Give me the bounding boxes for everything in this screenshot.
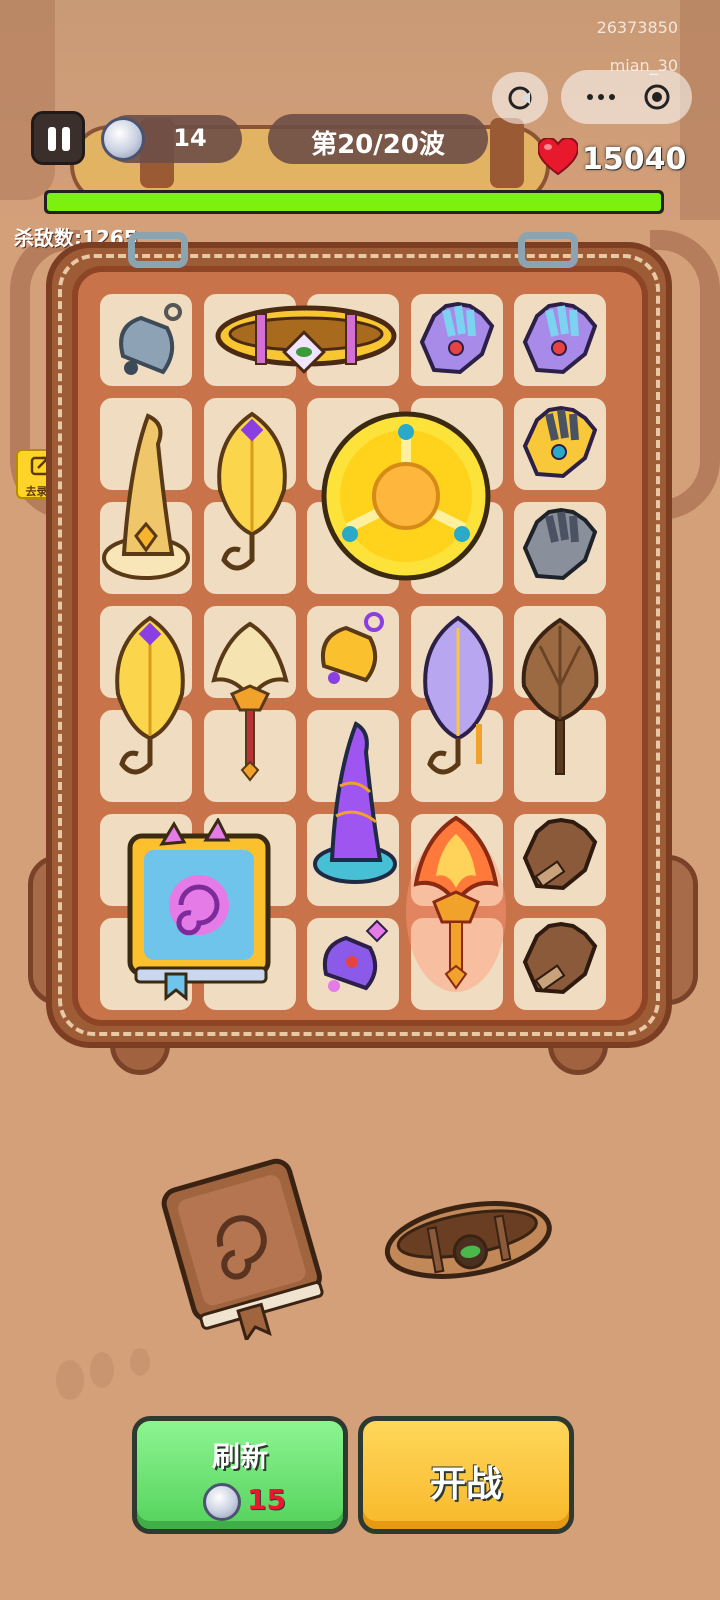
shop-item-belt[interactable] (380, 1180, 556, 1296)
bag-item-glove-brown[interactable] (515, 812, 605, 898)
bag-item-feather-staff[interactable] (206, 620, 294, 784)
shop-item-spellbook[interactable] (150, 1150, 330, 1340)
hp-bar-fill (47, 193, 661, 211)
heart-icon (538, 138, 578, 176)
hp-bar (44, 190, 664, 214)
bag-item-bell-purple[interactable] (312, 918, 394, 1000)
mini-program-button[interactable] (492, 72, 548, 124)
bag-item-wizard-hat-gold[interactable] (100, 404, 192, 586)
pause-button[interactable] (31, 111, 85, 165)
fight-label: 开战 (429, 1464, 502, 1505)
bag-item-bell-silver[interactable] (103, 296, 191, 384)
coin-icon (101, 117, 145, 161)
target-circle-icon[interactable] (627, 70, 687, 124)
bag-clip-left (128, 232, 188, 268)
more-dots-icon[interactable] (571, 70, 631, 124)
bag-item-bell-gold[interactable] (310, 608, 394, 692)
bag-item-glove-grey[interactable] (515, 502, 605, 588)
bag-item-flame-staff[interactable] (404, 812, 508, 996)
bag-item-glove-brown-2[interactable] (515, 916, 605, 1002)
refresh-cost: 15 (247, 1483, 286, 1516)
coin-count: 14 (173, 124, 207, 152)
bag-item-glove-purple[interactable] (412, 296, 502, 382)
bedroll-strap-right (490, 118, 524, 188)
wave-label: 第20/20波 (311, 130, 445, 160)
bag-item-belt-gold[interactable] (208, 294, 404, 380)
capsule-menu (561, 70, 692, 124)
bag-clip-right (518, 232, 578, 268)
bag-item-feather-fan-gold-2[interactable] (108, 614, 192, 786)
bag-item-leaf-fan-brown[interactable] (516, 616, 604, 782)
bag-item-shield-gold[interactable] (318, 408, 494, 584)
bag-item-feather-fan-purple[interactable] (416, 614, 500, 786)
pause-icon (48, 127, 56, 151)
refresh-button[interactable]: 刷新 15 (132, 1416, 348, 1534)
hp-value: 15040 (582, 142, 687, 177)
fight-button[interactable]: 开战 (358, 1416, 574, 1534)
bag-item-spellbook-gold[interactable] (122, 818, 276, 1002)
user-id: 26373850 (596, 18, 678, 37)
bag-item-glove-purple-2[interactable] (515, 296, 605, 382)
bag-item-feather-fan-gold[interactable] (210, 410, 294, 582)
backpack-strap-left (0, 0, 55, 200)
bag-item-wizard-hat-purple[interactable] (310, 716, 400, 886)
bag-item-glove-gold[interactable] (515, 400, 605, 486)
pacman-icon (508, 86, 532, 110)
coin-icon (203, 1483, 241, 1521)
refresh-label: 刷新 (211, 1440, 268, 1473)
footprints-decoration (56, 1348, 150, 1400)
